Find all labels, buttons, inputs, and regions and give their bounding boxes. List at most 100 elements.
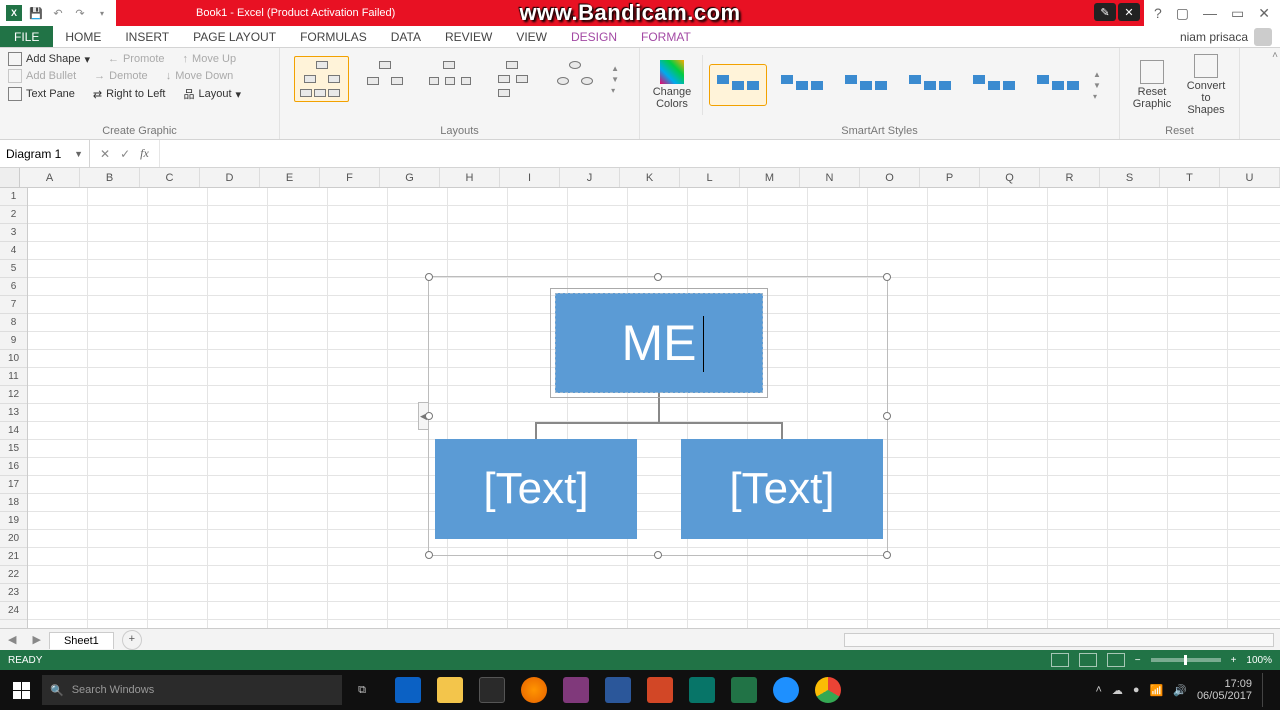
minimize-button[interactable]: — (1203, 5, 1217, 21)
view-page-break-button[interactable] (1107, 653, 1125, 667)
add-bullet-button[interactable]: Add Bullet (8, 69, 76, 83)
view-normal-button[interactable] (1051, 653, 1069, 667)
row-header[interactable]: 22 (0, 566, 27, 584)
taskbar-search[interactable]: 🔍 Search Windows (42, 675, 342, 705)
column-header[interactable]: M (740, 168, 800, 187)
row-header[interactable]: 18 (0, 494, 27, 512)
smartart-style-2[interactable] (773, 64, 831, 106)
view-page-layout-button[interactable] (1079, 653, 1097, 667)
bandicam-draw-icon[interactable]: ✎ (1094, 3, 1116, 21)
smartart-style-4[interactable] (901, 64, 959, 106)
enter-formula-icon[interactable]: ✓ (120, 147, 130, 161)
bandicam-close-icon[interactable]: ✕ (1118, 3, 1140, 21)
layouts-gallery-more[interactable]: ▲▼▾ (611, 64, 625, 95)
taskbar-word[interactable] (598, 670, 638, 710)
add-sheet-button[interactable]: + (122, 630, 142, 650)
row-header[interactable]: 23 (0, 584, 27, 602)
formula-input[interactable] (160, 140, 1280, 167)
row-header[interactable]: 16 (0, 458, 27, 476)
zoom-level[interactable]: 100% (1246, 655, 1272, 666)
taskbar-edge[interactable] (388, 670, 428, 710)
column-header[interactable]: D (200, 168, 260, 187)
row-header[interactable]: 21 (0, 548, 27, 566)
zoom-out-button[interactable]: − (1135, 655, 1141, 666)
column-header[interactable]: C (140, 168, 200, 187)
show-desktop-button[interactable] (1262, 673, 1276, 707)
ribbon-display-button[interactable]: ▢ (1176, 5, 1189, 22)
taskbar-explorer[interactable] (430, 670, 470, 710)
column-header[interactable]: I (500, 168, 560, 187)
column-header[interactable]: O (860, 168, 920, 187)
taskbar-store[interactable] (472, 670, 512, 710)
column-header[interactable]: K (620, 168, 680, 187)
zoom-slider[interactable] (1151, 658, 1221, 662)
sheet-nav-prev[interactable]: ◀ (0, 633, 24, 646)
taskbar-chrome[interactable] (808, 670, 848, 710)
column-header[interactable]: S (1100, 168, 1160, 187)
smartart-node-bottom-right[interactable]: [Text] (681, 439, 883, 539)
promote-button[interactable]: ← Promote (108, 53, 165, 65)
taskbar-firefox[interactable] (514, 670, 554, 710)
row-header[interactable]: 2 (0, 206, 27, 224)
column-header[interactable]: B (80, 168, 140, 187)
tab-view[interactable]: VIEW (504, 26, 559, 47)
row-header[interactable]: 6 (0, 278, 27, 296)
column-header[interactable]: A (20, 168, 80, 187)
column-header[interactable]: H (440, 168, 500, 187)
row-header[interactable]: 17 (0, 476, 27, 494)
layout-option-3[interactable] (421, 56, 476, 102)
layout-button[interactable]: 品 Layout ▾ (183, 86, 241, 102)
row-header[interactable]: 11 (0, 368, 27, 386)
help-button[interactable]: ? (1154, 5, 1162, 21)
zoom-in-button[interactable]: + (1231, 655, 1237, 666)
tab-formulas[interactable]: FORMULAS (288, 26, 379, 47)
tab-format[interactable]: FORMAT (629, 26, 703, 47)
row-header[interactable]: 3 (0, 224, 27, 242)
column-header[interactable]: L (680, 168, 740, 187)
smartart-style-6[interactable] (1029, 64, 1087, 106)
taskbar-clock[interactable]: 17:09 06/05/2017 (1197, 678, 1252, 702)
column-header[interactable]: Q (980, 168, 1040, 187)
taskbar-powerpoint[interactable] (640, 670, 680, 710)
row-header[interactable]: 20 (0, 530, 27, 548)
smartart-style-1[interactable] (709, 64, 767, 106)
row-header[interactable]: 24 (0, 602, 27, 620)
reset-graphic-button[interactable]: Reset Graphic (1128, 52, 1176, 118)
taskbar-excel[interactable] (724, 670, 764, 710)
undo-icon[interactable]: ↶ (50, 5, 66, 21)
column-header[interactable]: E (260, 168, 320, 187)
tab-design[interactable]: DESIGN (559, 26, 629, 47)
row-header[interactable]: 19 (0, 512, 27, 530)
smartart-styles-more[interactable]: ▲▼▾ (1093, 70, 1107, 101)
row-header[interactable]: 1 (0, 188, 27, 206)
smartart-style-5[interactable] (965, 64, 1023, 106)
move-down-button[interactable]: ↓ Move Down (166, 70, 234, 82)
name-box[interactable]: Diagram 1 ▼ (0, 140, 90, 167)
convert-to-shapes-button[interactable]: Convert to Shapes (1182, 52, 1230, 118)
tray-onedrive-icon[interactable]: ☁ (1112, 684, 1123, 697)
tray-show-hidden-icon[interactable]: ˄ (1095, 684, 1101, 696)
text-pane-button[interactable]: Text Pane (8, 87, 75, 101)
horizontal-scrollbar[interactable] (142, 633, 1280, 647)
smartart-node-bottom-left[interactable]: [Text] (435, 439, 637, 539)
taskbar-publisher[interactable] (682, 670, 722, 710)
sheet-tab-sheet1[interactable]: Sheet1 (49, 632, 114, 649)
qat-customize-icon[interactable]: ▾ (94, 5, 110, 21)
tray-volume-icon[interactable]: 🔊 (1173, 684, 1187, 697)
tab-home[interactable]: HOME (53, 26, 113, 47)
layout-option-4[interactable] (484, 56, 539, 102)
maximize-button[interactable]: ▭ (1231, 5, 1244, 22)
tab-review[interactable]: REVIEW (433, 26, 504, 47)
row-header[interactable]: 15 (0, 440, 27, 458)
taskbar-ie[interactable] (766, 670, 806, 710)
add-shape-button[interactable]: Add Shape ▾ (8, 52, 90, 66)
cancel-formula-icon[interactable]: ✕ (100, 147, 110, 161)
smartart-style-3[interactable] (837, 64, 895, 106)
taskbar-onenote[interactable] (556, 670, 596, 710)
smartart-node-top[interactable]: ME (555, 293, 763, 393)
tray-bandicam-icon[interactable]: ● (1133, 684, 1140, 696)
tray-network-icon[interactable]: 📶 (1150, 684, 1164, 697)
row-header[interactable]: 5 (0, 260, 27, 278)
tab-page-layout[interactable]: PAGE LAYOUT (181, 26, 288, 47)
change-colors-button[interactable]: Change Colors (648, 60, 696, 110)
